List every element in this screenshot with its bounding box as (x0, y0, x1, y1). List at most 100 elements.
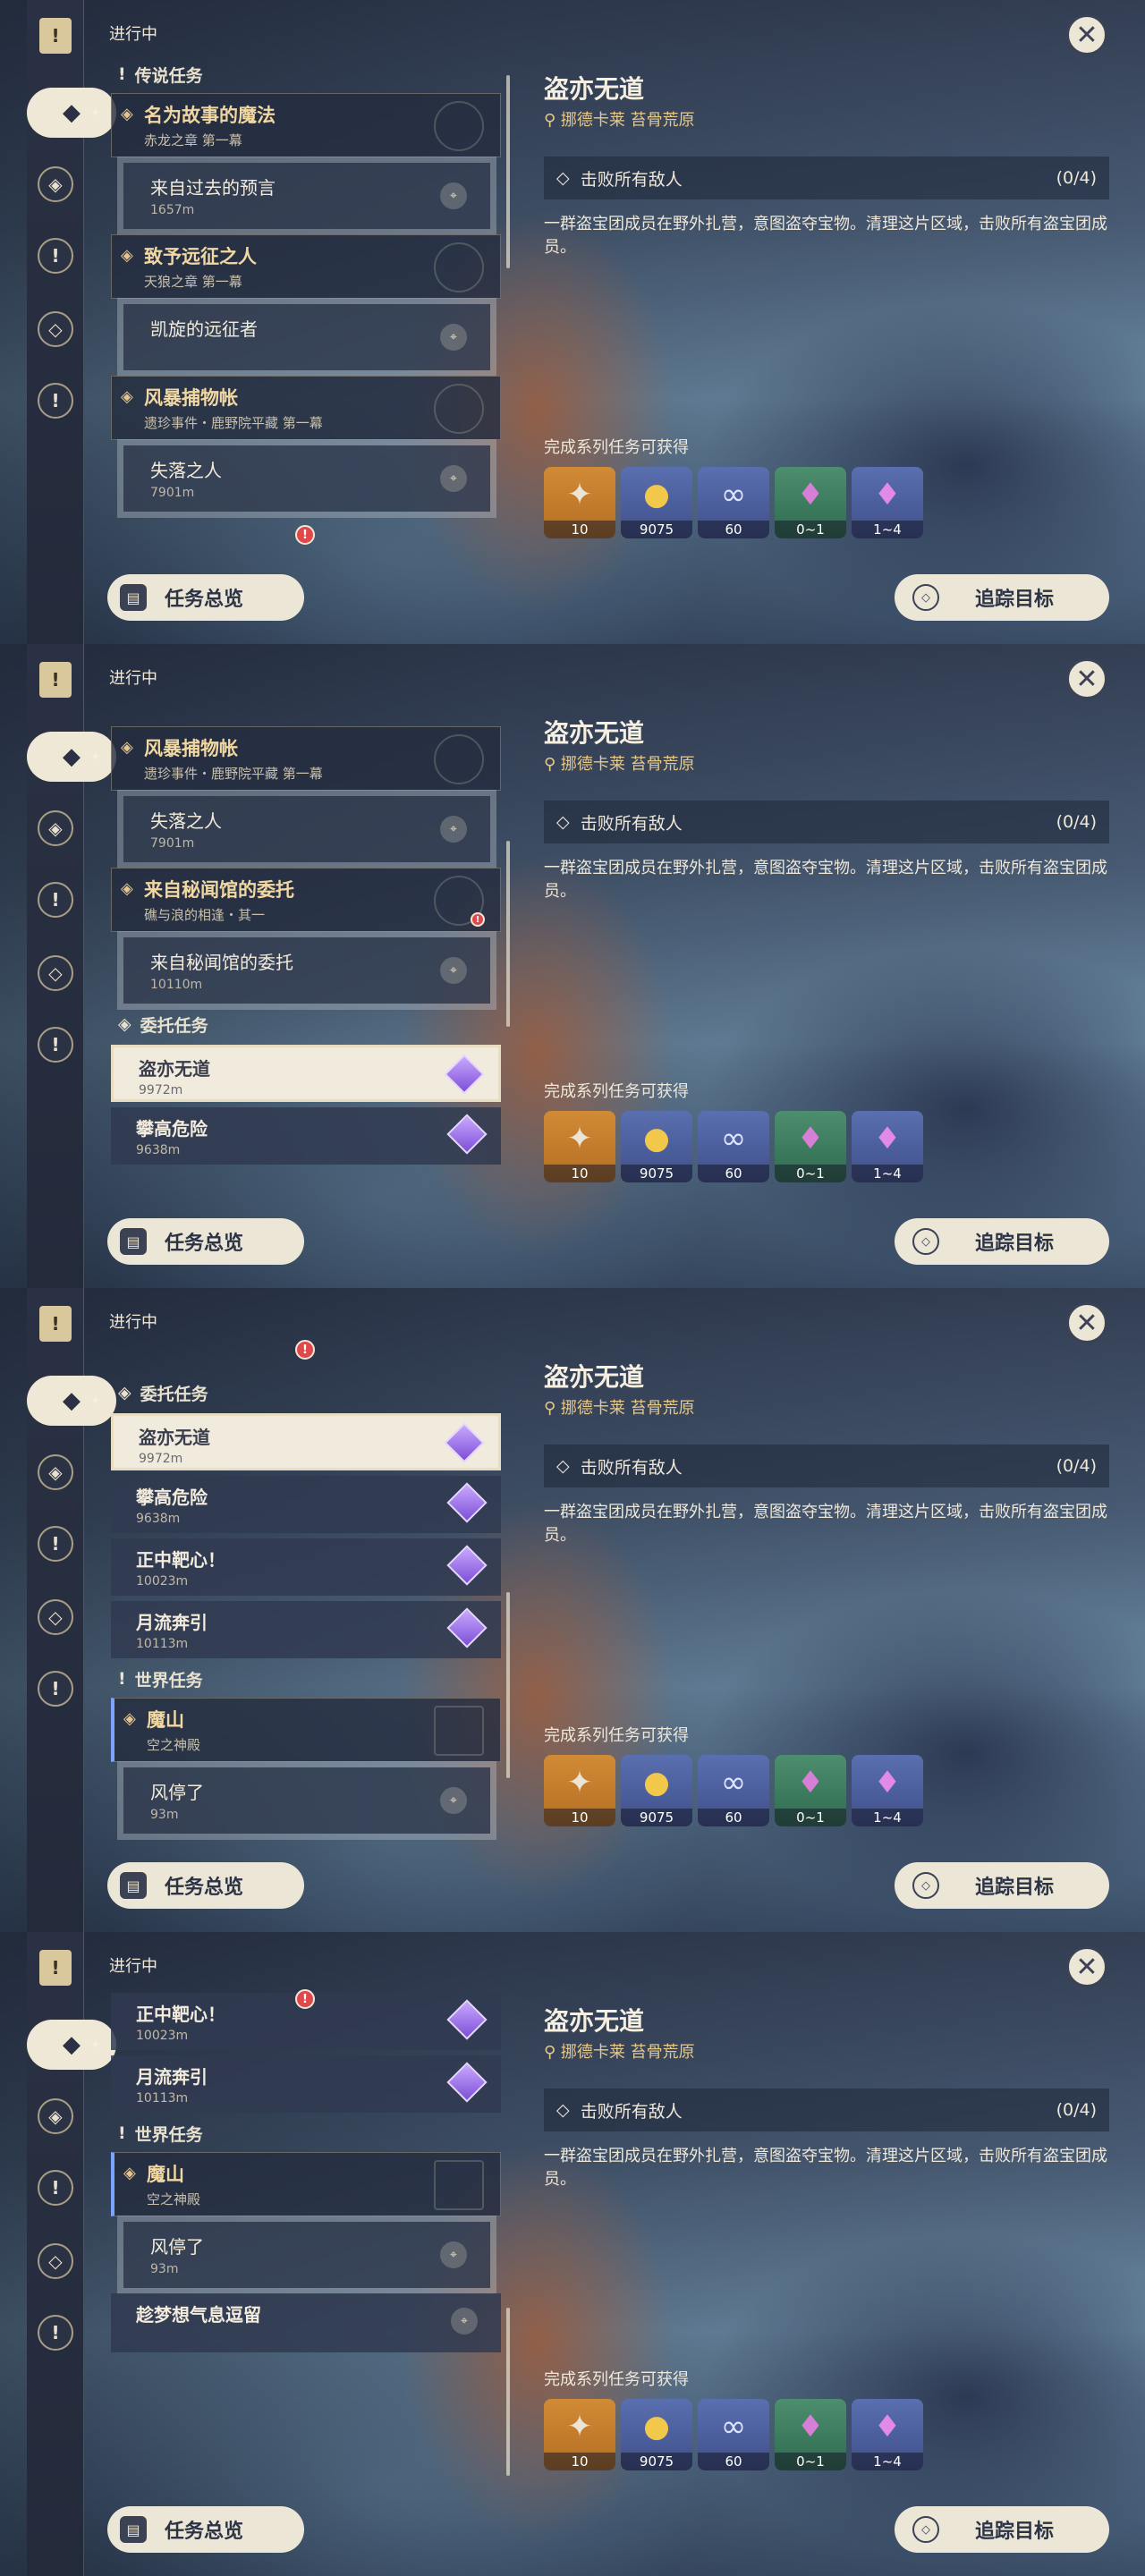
commission-tab[interactable]: ◇ (38, 2243, 73, 2279)
all-quests-tab[interactable]: ◆ (27, 88, 116, 138)
quest-overview-button[interactable]: ▤ 任务总览 (107, 574, 304, 621)
exp-icon[interactable]: ∞ 60 (698, 1755, 769, 1826)
quest-list: ! 传说任务 ◈ 名为故事的魔法 赤龙之章 第一幕 来自过去的预言 1657m ⌖… (111, 59, 501, 549)
commission-tab[interactable]: ◇ (38, 1599, 73, 1635)
location-pin-icon: ⚲ (544, 111, 561, 130)
detail-title: 盗亦无道 (544, 74, 645, 104)
story-quest-tab[interactable]: ! (38, 2170, 73, 2206)
scrollbar[interactable] (506, 841, 510, 1027)
bookmark-flag-icon[interactable]: ! (39, 18, 72, 54)
quest-secret[interactable]: ◈ 来自秘闻馆的委托 礁与浪的相逢・其一 (111, 868, 501, 932)
map-pin-icon[interactable]: ⌖ (440, 957, 467, 984)
archon-quest-tab[interactable]: ◈ (38, 166, 73, 202)
track-diamond-icon: ◇ (912, 2516, 939, 2543)
primogem-icon[interactable]: ✦ 10 (544, 467, 615, 538)
archon-quest-tab[interactable]: ◈ (38, 2098, 73, 2134)
bookmark-flag-icon[interactable]: ! (39, 662, 72, 698)
subquest-wind[interactable]: 风停了 93m ⌖ (117, 2216, 496, 2294)
scrollbar[interactable] (506, 1592, 510, 1778)
quest-demon[interactable]: ◈ 魔山 空之神殿 (111, 1698, 501, 1762)
mora-icon[interactable]: ● 9075 (621, 2399, 692, 2470)
story-quest-tab[interactable]: ! (38, 238, 73, 274)
quest-thief[interactable]: 盗亦无道 9972m (111, 1045, 501, 1102)
exp-icon[interactable]: ∞ 60 (698, 2399, 769, 2470)
track-button[interactable]: ◇ 追踪目标 (895, 1218, 1109, 1265)
ore-icon[interactable]: ♦ 1~4 (852, 1111, 923, 1182)
location-pin-icon: ⚲ (544, 755, 561, 774)
story-quest-tab[interactable]: ! (38, 882, 73, 918)
subquest-return[interactable]: 凯旋的远征者 ⌖ (117, 298, 496, 377)
all-quests-tab[interactable]: ◆ (27, 732, 116, 782)
book-icon: ▤ (120, 1228, 147, 1255)
all-quests-tab[interactable]: ◆ (27, 1376, 116, 1426)
subquest-wind[interactable]: 风停了 93m ⌖ (117, 1761, 496, 1840)
quest-climb[interactable]: 攀高危险 9638m (111, 1107, 501, 1165)
quest-magic[interactable]: ◈ 名为故事的魔法 赤龙之章 第一幕 (111, 93, 501, 157)
mora-icon[interactable]: ● 9075 (621, 1111, 692, 1182)
quest-climb[interactable]: 攀高危险 9638m (111, 1476, 501, 1533)
quest-expedition[interactable]: ◈ 致予远征之人 天狼之章 第一幕 (111, 234, 501, 299)
quest-storm[interactable]: ◈ 风暴捕物帐 遗珍事件・鹿野院平藏 第一幕 (111, 726, 501, 791)
map-pin-icon[interactable]: ⌖ (451, 2308, 478, 2334)
objective-diamond-icon: ◇ (556, 812, 581, 832)
exclaim-icon: ! (118, 1669, 126, 1689)
all-quests-tab[interactable]: ◆ (27, 2020, 116, 2070)
quest-screen-4: ! ◆ ◈ ! ◇ ! ✦ 进行中 ✕ 正中靶心！ 10023m 月流奔引 10… (0, 1932, 1145, 2576)
quest-moon[interactable]: 月流奔引 10113m (111, 2055, 501, 2113)
track-button[interactable]: ◇ 追踪目标 (895, 574, 1109, 621)
commission-tab[interactable]: ◇ (38, 955, 73, 991)
detail-description: 一群盗宝团成员在野外扎营，意图盗夺宝物。清理这片区域，击败所有盗宝团成员。 (544, 215, 1107, 257)
bookmark-flag-icon[interactable]: ! (39, 1950, 72, 1986)
map-pin-icon[interactable]: ⌖ (440, 2241, 467, 2268)
quest-overview-button[interactable]: ▤ 任务总览 (107, 2506, 304, 2553)
crystal-icon[interactable]: ♦ 0~1 (775, 1111, 846, 1182)
ore-icon[interactable]: ♦ 1~4 (852, 467, 923, 538)
world-quest-tab[interactable]: ! (38, 1027, 73, 1063)
scrollbar[interactable] (506, 2308, 510, 2476)
crystal-icon[interactable]: ♦ 0~1 (775, 1755, 846, 1826)
quest-overview-button[interactable]: ▤ 任务总览 (107, 1862, 304, 1909)
quest-list: ◈ 风暴捕物帐 遗珍事件・鹿野院平藏 第一幕 失落之人 7901m ⌖ ◈ 来自… (111, 723, 501, 1213)
archon-quest-tab[interactable]: ◈ (38, 1454, 73, 1490)
exp-icon[interactable]: ∞ 60 (698, 1111, 769, 1182)
subquest-lost[interactable]: 失落之人 7901m ⌖ (117, 790, 496, 869)
ore-icon[interactable]: ♦ 1~4 (852, 1755, 923, 1826)
bookmark-flag-icon[interactable]: ! (39, 1306, 72, 1342)
quest-demon[interactable]: ◈ 魔山 空之神殿 (111, 2152, 501, 2216)
exp-icon[interactable]: ∞ 60 (698, 467, 769, 538)
quest-dream[interactable]: 趁梦想气息逗留 ⌖ (111, 2293, 501, 2352)
primogem-icon[interactable]: ✦ 10 (544, 2399, 615, 2470)
ore-icon[interactable]: ♦ 1~4 (852, 2399, 923, 2470)
archon-quest-tab[interactable]: ◈ (38, 810, 73, 846)
subquest-prophecy[interactable]: 来自过去的预言 1657m ⌖ (117, 157, 496, 235)
world-quest-tab[interactable]: ! (38, 2315, 73, 2351)
rewards-row: ✦ 10 ● 9075 ∞ 60 ♦ 0~1 ♦ 1~4 (544, 1755, 923, 1826)
track-button[interactable]: ◇ 追踪目标 (895, 1862, 1109, 1909)
quest-bullseye[interactable]: 正中靶心！ 10023m (111, 1538, 501, 1596)
map-pin-icon[interactable]: ⌖ (440, 1787, 467, 1814)
subquest-lost[interactable]: 失落之人 7901m ⌖ (117, 439, 496, 518)
crystal-icon[interactable]: ♦ 0~1 (775, 2399, 846, 2470)
subquest-secret[interactable]: 来自秘闻馆的委托 10110m ⌖ (117, 931, 496, 1010)
mora-icon[interactable]: ● 9075 (621, 1755, 692, 1826)
quest-moon[interactable]: 月流奔引 10113m (111, 1601, 501, 1658)
map-pin-icon[interactable]: ⌖ (440, 465, 467, 492)
primogem-icon[interactable]: ✦ 10 (544, 1111, 615, 1182)
quest-storm[interactable]: ◈ 风暴捕物帐 遗珍事件・鹿野院平藏 第一幕 (111, 376, 501, 440)
quest-list: ◈ 委托任务 盗亦无道 9972m 攀高危险 9638m 正中靶心！ 10023m… (111, 1377, 501, 1868)
map-pin-icon[interactable]: ⌖ (440, 324, 467, 351)
crystal-icon[interactable]: ♦ 0~1 (775, 467, 846, 538)
quest-overview-button[interactable]: ▤ 任务总览 (107, 1218, 304, 1265)
track-button[interactable]: ◇ 追踪目标 (895, 2506, 1109, 2553)
mora-icon[interactable]: ● 9075 (621, 467, 692, 538)
commission-tab[interactable]: ◇ (38, 311, 73, 347)
world-quest-tab[interactable]: ! (38, 1671, 73, 1707)
quest-thief[interactable]: 盗亦无道 9972m (111, 1413, 501, 1470)
map-pin-icon[interactable]: ⌖ (440, 182, 467, 209)
primogem-icon[interactable]: ✦ 10 (544, 1755, 615, 1826)
world-quest-tab[interactable]: ! (38, 383, 73, 419)
map-pin-icon[interactable]: ⌖ (440, 816, 467, 843)
commission-icon: ◈ (118, 1014, 131, 1034)
story-quest-tab[interactable]: ! (38, 1526, 73, 1562)
scrollbar[interactable] (506, 75, 510, 268)
